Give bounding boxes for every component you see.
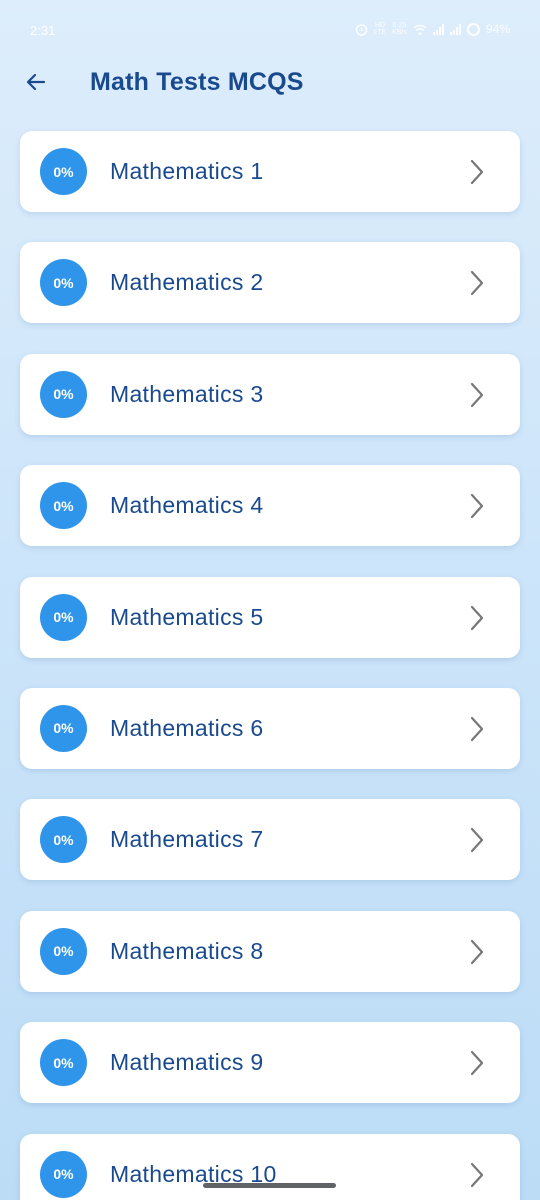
- chevron-right-icon: [470, 1162, 484, 1187]
- test-title: Mathematics 4: [110, 492, 264, 519]
- wifi-icon: [413, 24, 427, 35]
- test-title: Mathematics 3: [110, 380, 264, 407]
- app-bar: Math Tests MCQS: [0, 62, 540, 102]
- test-item-5[interactable]: 0% Mathematics 5: [20, 576, 520, 658]
- arrow-left-icon: [26, 73, 46, 91]
- progress-badge: 0%: [40, 259, 87, 307]
- test-title: Mathematics 6: [110, 714, 264, 741]
- test-title: Mathematics 2: [110, 269, 264, 296]
- chevron-right-icon: [470, 716, 484, 742]
- volte-icon: HD LTE: [373, 22, 387, 36]
- progress-badge: 0%: [40, 816, 87, 864]
- chevron-right-icon: [470, 494, 484, 519]
- test-title: Mathematics 5: [110, 603, 264, 630]
- progress-badge: 0%: [40, 148, 87, 195]
- progress-badge: 0%: [40, 370, 87, 418]
- back-button[interactable]: [18, 64, 54, 100]
- chevron-right-icon: [470, 939, 484, 964]
- signal-icon-2: [449, 23, 461, 35]
- test-title: Mathematics 8: [110, 937, 264, 964]
- progress-badge: 0%: [40, 482, 87, 530]
- status-bar: 2:31 HD LTE 0.25 KB/s 94%: [0, 0, 540, 62]
- progress-badge: 0%: [40, 1150, 87, 1198]
- test-item-8[interactable]: 0% Mathematics 8: [20, 910, 520, 992]
- chevron-right-icon: [470, 828, 484, 853]
- progress-badge: 0%: [40, 1039, 87, 1087]
- battery-level: 94%: [485, 22, 510, 36]
- test-item-2[interactable]: 0% Mathematics 2: [20, 242, 520, 324]
- test-item-10[interactable]: 0% Mathematics 10: [20, 1133, 520, 1200]
- chevron-right-icon: [470, 1051, 484, 1076]
- chevron-right-icon: [470, 382, 484, 407]
- test-item-9[interactable]: 0% Mathematics 9: [20, 1022, 520, 1104]
- alarm-icon: [355, 23, 368, 36]
- home-indicator[interactable]: [203, 1183, 336, 1188]
- battery-icon: [466, 22, 480, 36]
- progress-badge: 0%: [40, 704, 87, 752]
- test-item-6[interactable]: 0% Mathematics 6: [20, 687, 520, 769]
- test-list: 0% Mathematics 1 0% Mathematics 2 0% Mat…: [20, 131, 520, 1200]
- status-time: 2:31: [30, 23, 56, 38]
- chevron-right-icon: [470, 605, 484, 630]
- chevron-right-icon: [470, 159, 484, 185]
- status-icons: HD LTE 0.25 KB/s 94%: [355, 22, 510, 36]
- signal-icon-1: [432, 23, 444, 35]
- test-item-4[interactable]: 0% Mathematics 4: [20, 465, 520, 547]
- progress-badge: 0%: [40, 927, 87, 975]
- progress-badge: 0%: [40, 593, 87, 641]
- test-title: Mathematics 7: [110, 826, 264, 853]
- test-item-7[interactable]: 0% Mathematics 7: [20, 799, 520, 881]
- page-title: Math Tests MCQS: [90, 68, 304, 96]
- chevron-right-icon: [470, 271, 484, 296]
- test-item-1[interactable]: 0% Mathematics 1: [20, 131, 520, 212]
- test-item-3[interactable]: 0% Mathematics 3: [20, 353, 520, 435]
- test-title: Mathematics 1: [110, 158, 264, 184]
- test-title: Mathematics 9: [110, 1049, 264, 1076]
- network-speed: 0.25 KB/s: [392, 22, 407, 36]
